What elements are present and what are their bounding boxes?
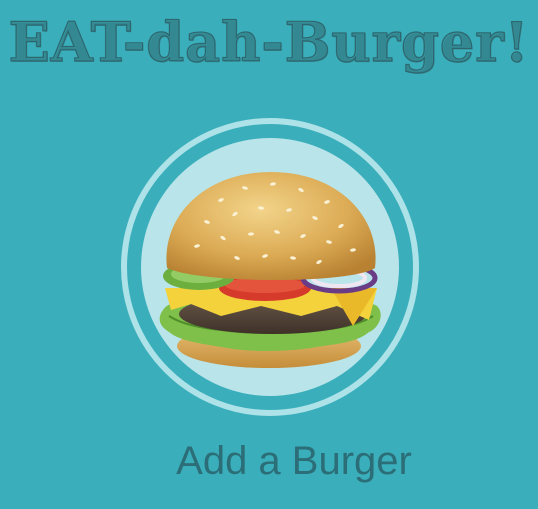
add-burger-label[interactable]: Add a Burger [0, 433, 538, 489]
add-burger-button[interactable] [121, 118, 419, 416]
burger-icon [141, 138, 399, 396]
app-title: EAT-dah-Burger! [8, 9, 530, 74]
